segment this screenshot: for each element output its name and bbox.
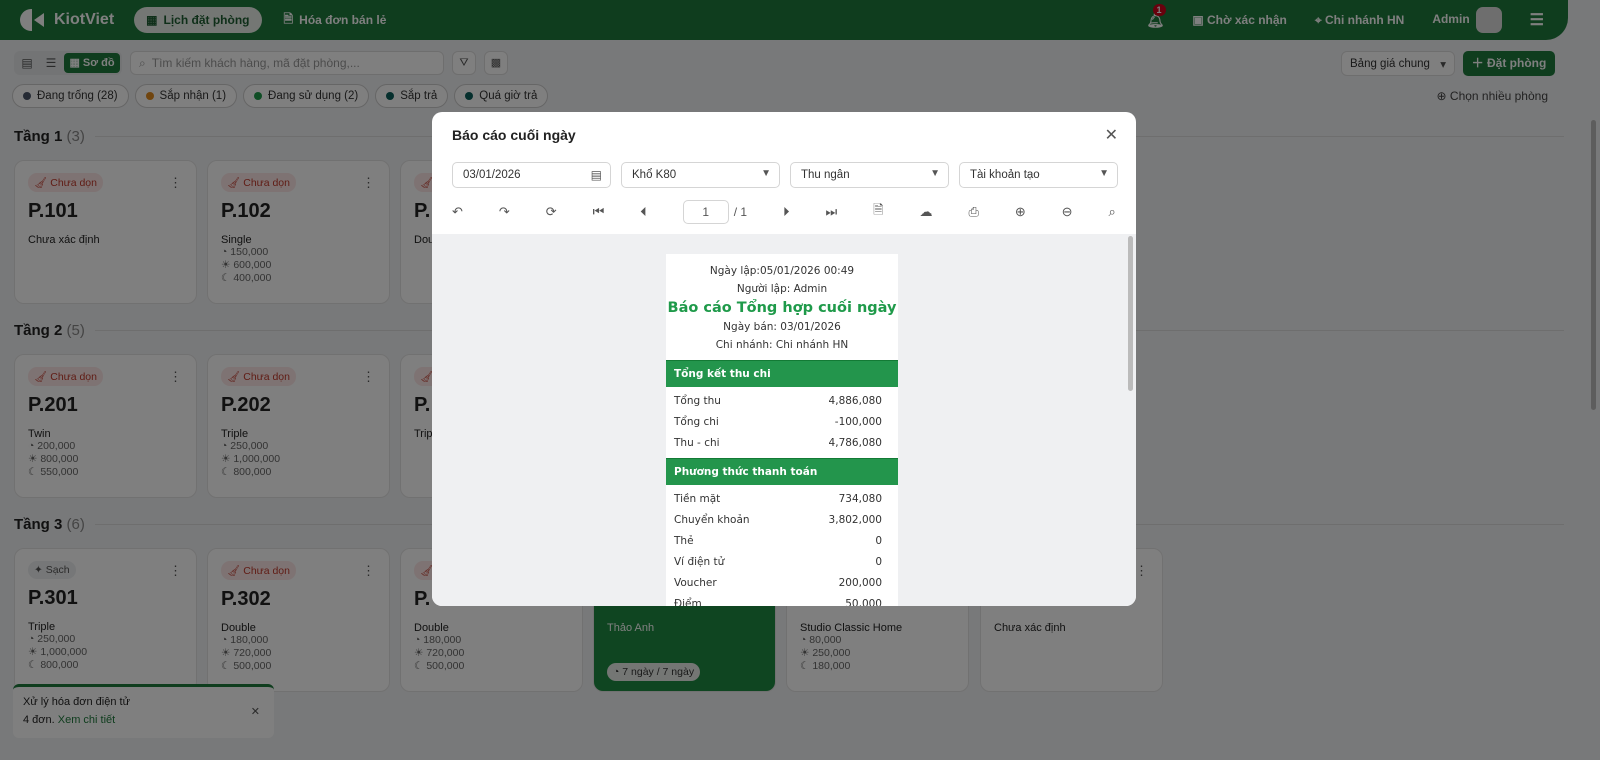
cloud-download-icon[interactable]: ☁	[920, 204, 933, 220]
date-input[interactable]: 03/01/2026 ▤	[452, 162, 611, 188]
modal-title: Báo cáo cuối ngày	[452, 127, 576, 143]
row-value: 200,000	[838, 577, 882, 589]
report-row: Tổng chi -100,000	[666, 412, 898, 433]
chevron-down-icon: ▼	[1099, 168, 1109, 179]
row-label: Chuyển khoản	[674, 514, 750, 526]
report-row: Tiền mặt 734,080	[666, 489, 898, 510]
report-row: Tổng thu 4,886,080	[666, 391, 898, 412]
paper-size-select[interactable]: Khổ K80 ▼	[621, 162, 780, 188]
report-viewer: Ngày lập:05/01/2026 00:49 Người lập: Adm…	[432, 234, 1136, 606]
viewer-scrollbar[interactable]	[1128, 236, 1133, 391]
section-header-income-expense: Tổng kết thu chi	[666, 360, 898, 387]
row-label: Tổng thu	[674, 395, 721, 407]
first-page-icon[interactable]: ⏮	[593, 204, 605, 220]
paper-size-value: Khổ K80	[632, 169, 677, 181]
row-value: 3,802,000	[828, 514, 882, 526]
creator: Người lập: Admin	[736, 283, 828, 295]
zoom-out-icon[interactable]: ⊖	[1062, 204, 1073, 220]
export-document-icon[interactable]: 🗎	[873, 201, 883, 223]
report-row: Điểm 50,000	[666, 594, 898, 606]
undo-icon[interactable]: ↶	[452, 204, 463, 220]
row-value: 4,786,080	[828, 437, 882, 449]
report-row: Thẻ 0	[666, 531, 898, 552]
report-row: Voucher 200,000	[666, 573, 898, 594]
date-value: 03/01/2026	[463, 169, 521, 181]
report-branch: Chi nhánh: Chi nhánh HN	[715, 339, 849, 351]
report-title: Báo cáo Tổng hợp cuối ngày	[667, 300, 897, 316]
report-page: Ngày lập:05/01/2026 00:49 Người lập: Adm…	[666, 254, 898, 606]
row-value: 50,000	[845, 598, 882, 606]
page-number-input[interactable]: 1	[682, 200, 729, 224]
close-icon[interactable]: ✕	[1105, 125, 1118, 145]
row-value: 734,080	[838, 493, 882, 505]
row-value: 4,886,080	[828, 395, 882, 407]
chevron-down-icon: ▼	[930, 168, 940, 179]
row-value: 0	[875, 535, 882, 547]
cashier-value: Thu ngân	[801, 169, 850, 181]
report-row: Thu - chi 4,786,080	[666, 433, 898, 454]
zoom-in-icon[interactable]: ⊕	[1015, 204, 1026, 220]
row-label: Ví điện tử	[674, 556, 725, 568]
redo-icon[interactable]: ↷	[499, 204, 510, 220]
row-value: -100,000	[834, 416, 882, 428]
row-label: Tổng chi	[674, 416, 719, 428]
row-label: Thẻ	[674, 535, 694, 547]
account-value: Tài khoản tạo	[970, 169, 1040, 181]
row-label: Điểm	[674, 598, 702, 606]
next-page-icon[interactable]: ⏵	[783, 204, 790, 220]
report-row: Ví điện tử 0	[666, 552, 898, 573]
last-page-icon[interactable]: ⏭	[825, 204, 837, 220]
calendar-icon: ▤	[590, 168, 602, 182]
row-value: 0	[875, 556, 882, 568]
page-total: / 1	[733, 205, 748, 219]
row-label: Voucher	[674, 577, 717, 589]
cashier-select[interactable]: Thu ngân ▼	[790, 162, 949, 188]
created-date: Ngày lập:05/01/2026 00:49	[709, 265, 855, 277]
previous-page-icon[interactable]: ⏴	[640, 204, 647, 220]
chevron-down-icon: ▼	[761, 168, 771, 179]
account-select[interactable]: Tài khoản tạo ▼	[959, 162, 1118, 188]
row-label: Thu - chi	[674, 437, 720, 449]
end-of-day-report-modal: Báo cáo cuối ngày ✕ 03/01/2026 ▤ Khổ K80 ▼…	[432, 112, 1136, 606]
section-header-payment-methods: Phương thức thanh toán	[666, 458, 898, 485]
sale-date: Ngày bán: 03/01/2026	[723, 321, 841, 333]
print-icon[interactable]: ⎙	[968, 204, 978, 220]
row-label: Tiền mặt	[674, 493, 721, 505]
report-row: Chuyển khoản 3,802,000	[666, 510, 898, 531]
search-icon[interactable]: ⌕	[1109, 204, 1116, 220]
refresh-icon[interactable]: ⟳	[546, 204, 557, 220]
